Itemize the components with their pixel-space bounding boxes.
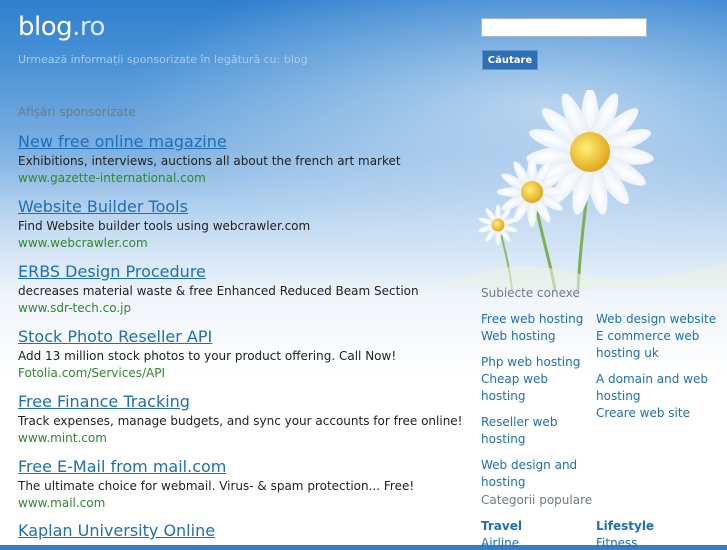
related-link[interactable]: Reseller web hosting bbox=[481, 414, 596, 448]
related-link[interactable]: Web hosting bbox=[481, 328, 596, 345]
ad-url-link[interactable]: www.mint.com bbox=[18, 430, 458, 447]
tagline: Urmează informații sponsorizate în legăt… bbox=[18, 53, 308, 66]
related-column-right: Web design website E commerce web hostin… bbox=[596, 311, 721, 431]
related-link[interactable]: Free web hosting bbox=[481, 311, 596, 328]
related-link[interactable]: Web design website bbox=[596, 311, 721, 328]
ad-item: Kaplan University Online bbox=[18, 521, 458, 541]
related-column-left: Free web hosting Web hosting Php web hos… bbox=[481, 311, 596, 500]
ad-description: Exhibitions, interviews, auctions all ab… bbox=[18, 154, 401, 168]
ad-description: decreases material waste & free Enhanced… bbox=[18, 284, 419, 298]
ad-title-link[interactable]: Free Finance Tracking bbox=[18, 392, 458, 412]
category-link-lifestyle[interactable]: Lifestyle bbox=[596, 519, 654, 533]
popular-categories-heading: Categorii populare bbox=[481, 493, 593, 507]
ad-title-link[interactable]: New free online magazine bbox=[18, 132, 458, 152]
ad-description: Track expenses, manage budgets, and sync… bbox=[18, 414, 463, 428]
related-topics-heading: Subiecte conexe bbox=[481, 286, 580, 300]
ad-url-link[interactable]: www.mail.com bbox=[18, 495, 458, 512]
ad-item: ERBS Design Procedure decreases material… bbox=[18, 262, 458, 317]
related-link[interactable]: E commerce web hosting uk bbox=[596, 328, 721, 362]
ad-description: Add 13 million stock photos to your prod… bbox=[18, 349, 397, 363]
ad-title-link[interactable]: Stock Photo Reseller API bbox=[18, 327, 458, 347]
ad-title-link[interactable]: Website Builder Tools bbox=[18, 197, 458, 217]
related-link[interactable]: Web design and hosting bbox=[481, 457, 596, 491]
ad-item: Free E-Mail from mail.com The ultimate c… bbox=[18, 457, 458, 512]
ad-title-link[interactable]: Free E-Mail from mail.com bbox=[18, 457, 458, 477]
ad-description: Find Website builder tools using webcraw… bbox=[18, 219, 311, 233]
site-logo[interactable]: blog.ro bbox=[18, 12, 105, 42]
related-link[interactable]: Php web hosting bbox=[481, 354, 596, 371]
search-button[interactable]: Căutare bbox=[482, 50, 538, 70]
ad-url-link[interactable]: Fotolia.com/Services/API bbox=[18, 365, 458, 382]
subcategory-link[interactable]: Fitness bbox=[596, 536, 638, 550]
search-input[interactable] bbox=[481, 18, 647, 37]
ad-url-link[interactable]: www.webcrawler.com bbox=[18, 235, 458, 252]
related-link[interactable]: Cheap web hosting bbox=[481, 371, 596, 405]
ad-item: Stock Photo Reseller API Add 13 million … bbox=[18, 327, 458, 382]
ad-item: Free Finance Tracking Track expenses, ma… bbox=[18, 392, 463, 447]
logo-tld: .ro bbox=[72, 12, 105, 42]
ad-title-link[interactable]: ERBS Design Procedure bbox=[18, 262, 458, 282]
related-link[interactable]: A domain and web hosting bbox=[596, 371, 721, 405]
sponsored-heading: Afișări sponsorizate bbox=[18, 105, 136, 119]
ad-item: New free online magazine Exhibitions, in… bbox=[18, 132, 458, 187]
logo-main: blog bbox=[18, 12, 73, 42]
ad-item: Website Builder Tools Find Website build… bbox=[18, 197, 458, 252]
category-link-travel[interactable]: Travel bbox=[481, 519, 522, 533]
ad-description: The ultimate choice for webmail. Virus- … bbox=[18, 479, 415, 493]
ad-title-link[interactable]: Kaplan University Online bbox=[18, 521, 458, 541]
ad-url-link[interactable]: www.gazette-international.com bbox=[18, 170, 458, 187]
related-link[interactable]: Creare web site bbox=[596, 405, 721, 422]
ad-url-link[interactable]: www.sdr-tech.co.jp bbox=[18, 300, 458, 317]
subcategory-link[interactable]: Airline bbox=[481, 536, 519, 550]
daisy-illustration bbox=[440, 90, 727, 290]
